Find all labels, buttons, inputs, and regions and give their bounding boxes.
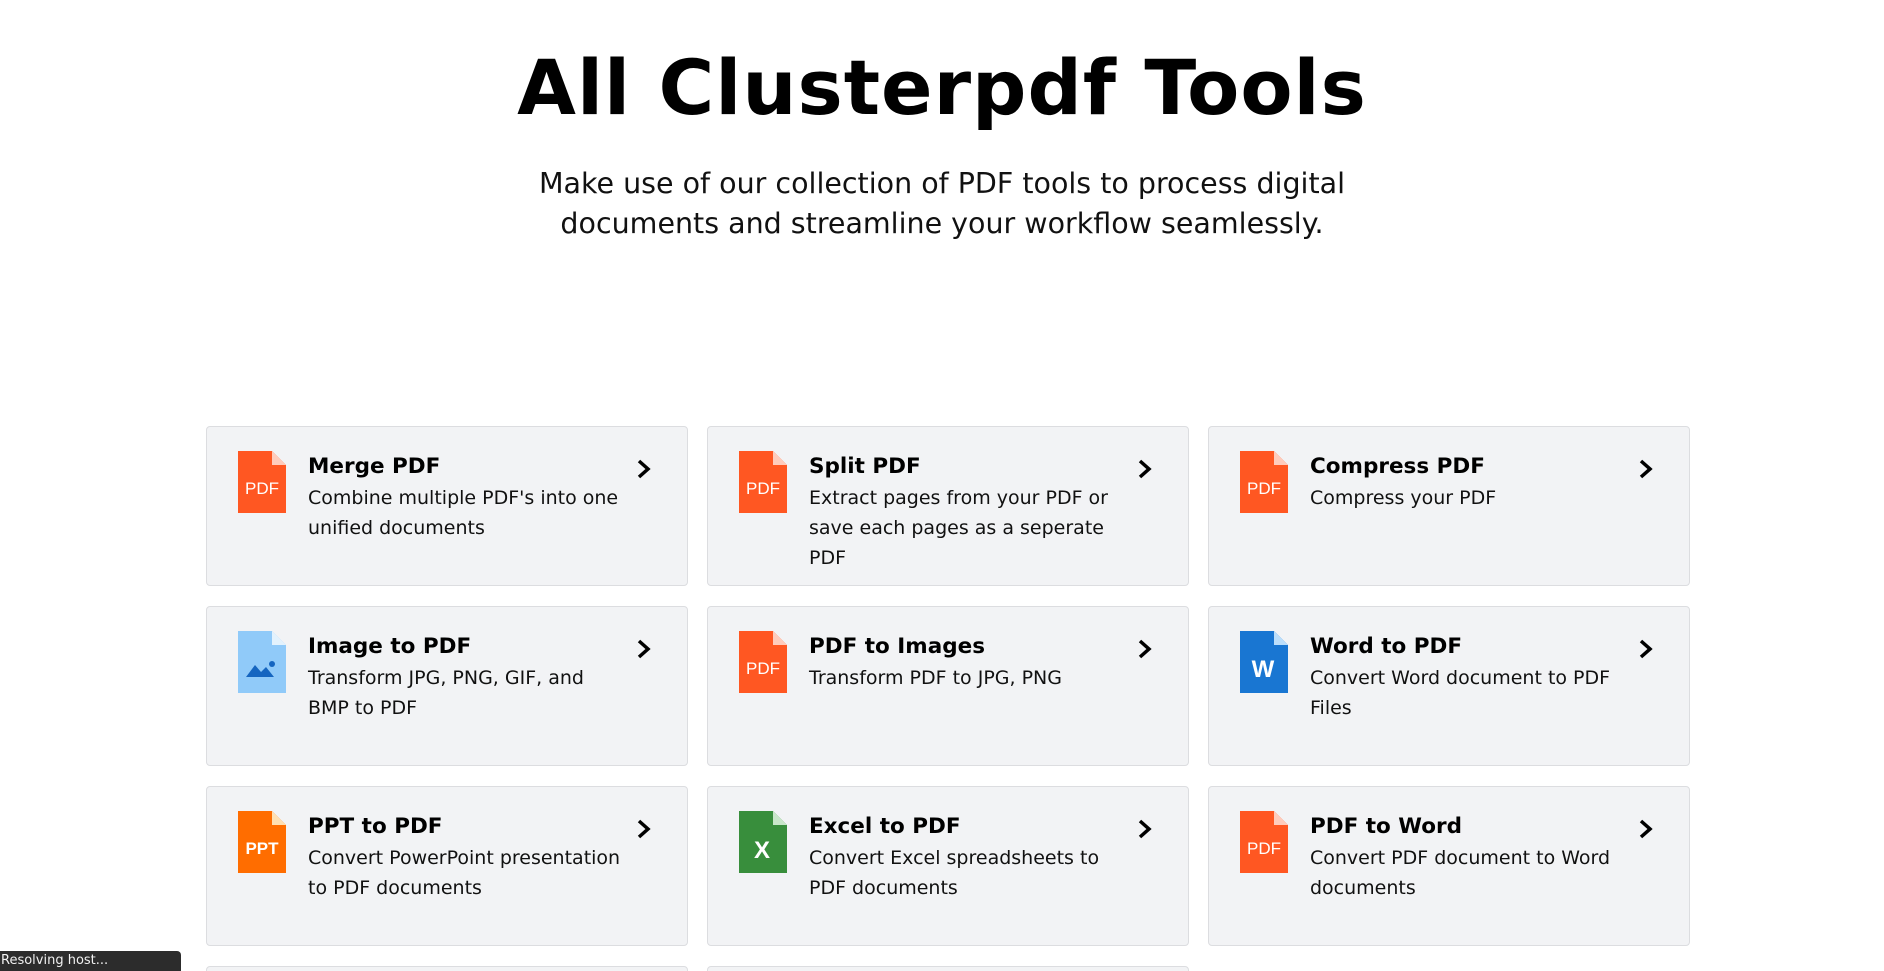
tool-name: Merge PDF [308, 454, 441, 479]
chevron-right-icon [1639, 639, 1653, 659]
tool-description: Convert PDF document to Word documents [1310, 847, 1611, 899]
tool-card-ppt-to-pdf[interactable]: PPT PPT to PDF Convert PowerPoint presen… [206, 786, 688, 946]
tool-description: Convert Excel spreadsheets to PDF docume… [809, 847, 1100, 899]
excel-file-icon: X [739, 811, 787, 873]
excel-icon-label: X [754, 837, 770, 864]
browser-status-bar: Resolving host... [0, 951, 181, 971]
tool-description: Transform JPG, PNG, GIF, and BMP to PDF [308, 667, 584, 719]
tool-description: Compress your PDF [1310, 487, 1497, 509]
ppt-file-icon: PPT [238, 811, 286, 873]
tool-name: PDF to Word [1310, 814, 1463, 839]
page-title: All Clusterpdf Tools [517, 43, 1367, 132]
pdf-file-icon: PDF [1240, 811, 1288, 873]
word-file-icon: W [1240, 631, 1288, 693]
chevron-right-icon [1138, 639, 1152, 659]
pdf-icon-label: PDF [1247, 479, 1281, 498]
pdf-file-icon: PDF [739, 631, 787, 693]
pdf-icon-label: PDF [746, 659, 780, 678]
tool-name: Compress PDF [1310, 454, 1485, 479]
pdf-icon-label: PDF [245, 479, 279, 498]
chevron-right-icon [637, 819, 651, 839]
tool-card-image-to-pdf[interactable]: Image to PDF Transform JPG, PNG, GIF, an… [206, 606, 688, 766]
chevron-right-icon [1639, 459, 1653, 479]
tool-description: Combine multiple PDF's into one unified … [308, 487, 619, 539]
chevron-right-icon [637, 459, 651, 479]
tool-description: Convert PowerPoint presentation to PDF d… [308, 847, 621, 899]
tool-description: Transform PDF to JPG, PNG [809, 667, 1062, 689]
tool-name: Split PDF [809, 454, 921, 479]
page-subtitle: Make use of our collection of PDF tools … [538, 167, 1346, 240]
tools-grid: PDF Merge PDF Combine multiple PDF's int… [206, 426, 1691, 946]
tool-card-merge-pdf[interactable]: PDF Merge PDF Combine multiple PDF's int… [206, 426, 688, 586]
tool-name: PDF to Images [809, 634, 985, 659]
tool-name: Image to PDF [308, 634, 472, 659]
pdf-file-icon: PDF [1240, 451, 1288, 513]
pdf-icon-label: PDF [746, 479, 780, 498]
tool-description: Extract pages from your PDF or save each… [809, 487, 1108, 569]
tool-card-pdf-to-images[interactable]: PDF PDF to Images Transform PDF to JPG, … [707, 606, 1189, 766]
tool-card-word-to-pdf[interactable]: W Word to PDF Convert Word document to P… [1208, 606, 1690, 766]
tool-name: Excel to PDF [809, 814, 961, 839]
tool-card-partial[interactable] [206, 966, 688, 971]
pdf-file-icon: PDF [739, 451, 787, 513]
tool-card-excel-to-pdf[interactable]: X Excel to PDF Convert Excel spreadsheet… [707, 786, 1189, 946]
tool-card-partial[interactable] [707, 966, 1189, 971]
word-icon-label: W [1252, 656, 1275, 683]
image-file-icon [238, 631, 286, 693]
pdf-file-icon: PDF [238, 451, 286, 513]
chevron-right-icon [1138, 819, 1152, 839]
tool-card-compress-pdf[interactable]: PDF Compress PDF Compress your PDF [1208, 426, 1690, 586]
ppt-icon-label: PPT [245, 839, 279, 858]
chevron-right-icon [637, 639, 651, 659]
chevron-right-icon [1138, 459, 1152, 479]
tool-card-pdf-to-word[interactable]: PDF PDF to Word Convert PDF document to … [1208, 786, 1690, 946]
chevron-right-icon [1639, 819, 1653, 839]
tool-name: Word to PDF [1310, 634, 1463, 659]
tool-name: PPT to PDF [308, 814, 443, 839]
tool-card-split-pdf[interactable]: PDF Split PDF Extract pages from your PD… [707, 426, 1189, 586]
page: All Clusterpdf Tools Make use of our col… [0, 0, 1884, 971]
tool-description: Convert Word document to PDF Files [1310, 667, 1611, 719]
pdf-icon-label: PDF [1247, 839, 1281, 858]
